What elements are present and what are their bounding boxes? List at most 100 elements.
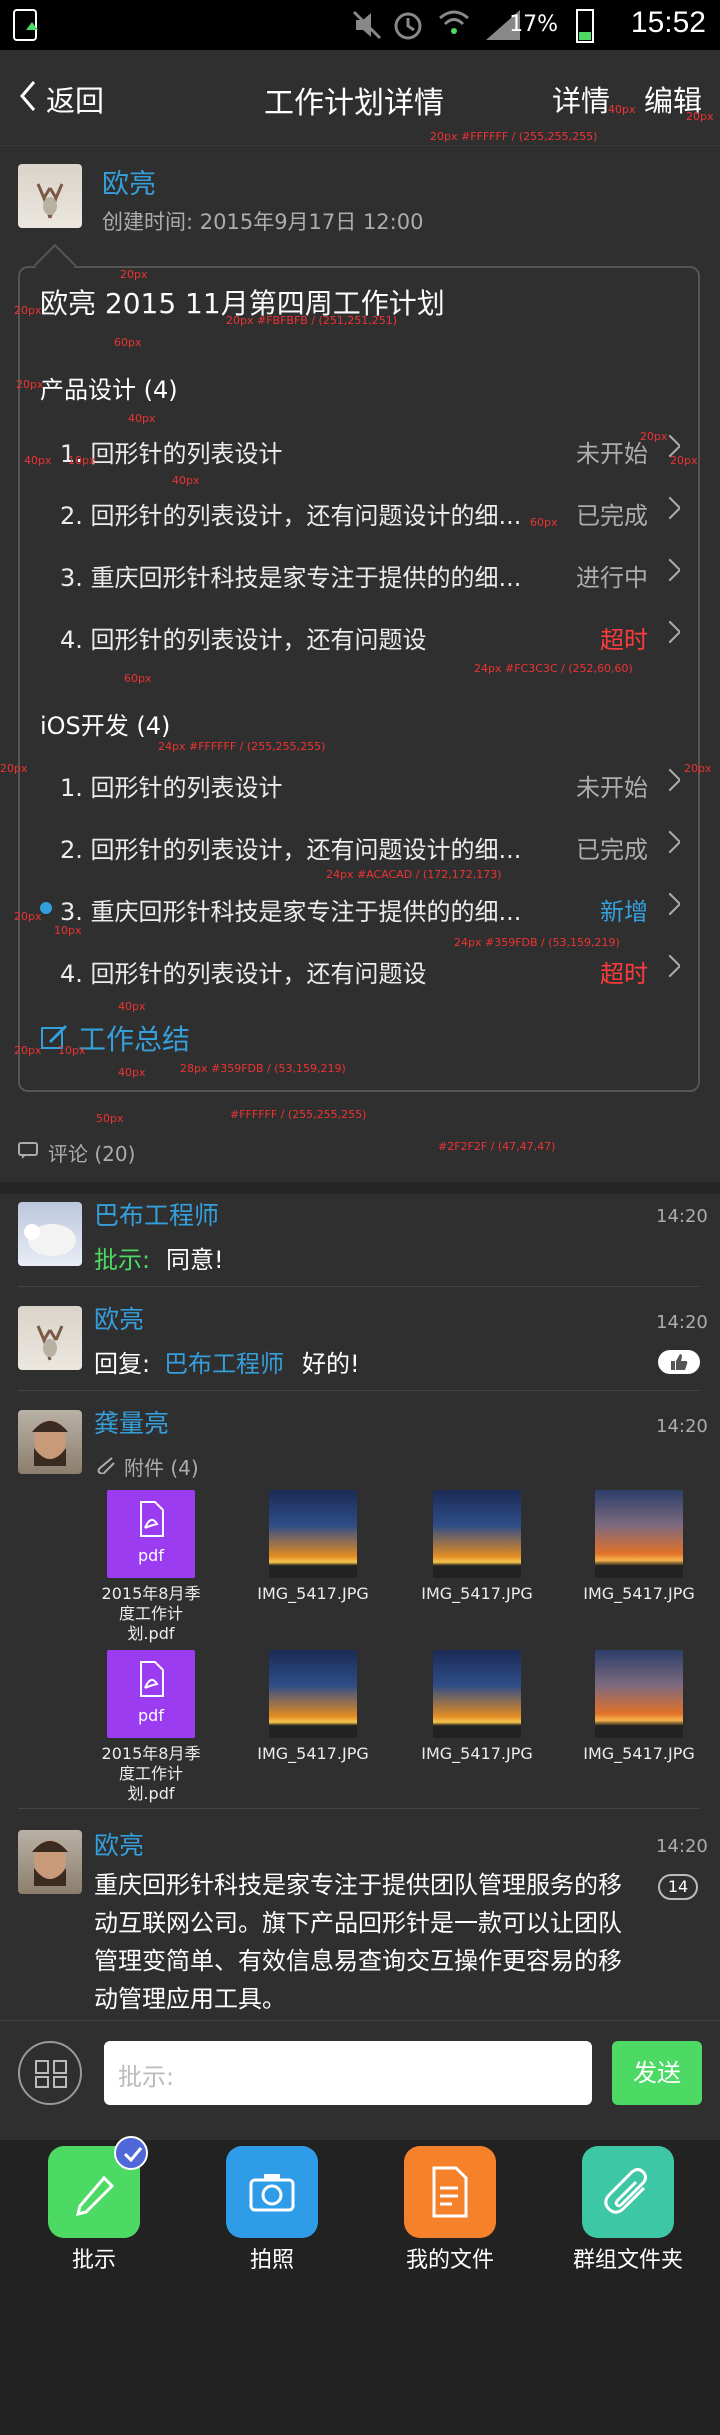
status-label: 进行中 [576, 564, 648, 592]
group-folder-action-button[interactable] [582, 2146, 674, 2238]
thumbs-up-icon [671, 1354, 688, 1370]
comment-time: 14:20 [656, 1836, 708, 1857]
alarm-icon [394, 12, 422, 40]
navigation-bar: 返回 工作计划详情 详情 编辑 [0, 50, 720, 146]
comment-author[interactable]: 巴布工程师 [94, 1196, 219, 1232]
avatar[interactable] [18, 1830, 82, 1894]
photo-thumbnail [269, 1650, 357, 1738]
plan-item[interactable]: 3. 重庆回形针科技是家专注于提供的的细... 进行中 [40, 558, 680, 598]
annotation: 10px [68, 454, 96, 467]
status-label: 未开始 [576, 440, 648, 468]
divider [0, 1182, 720, 1194]
author-name[interactable]: 欧亮 [102, 162, 156, 201]
grid-icon [35, 2060, 67, 2088]
attachment-file[interactable]: IMG_5417.JPG [574, 1490, 704, 1603]
reply-count-badge[interactable]: 14 [658, 1874, 698, 1900]
attachment-name: IMG_5417.JPG [583, 1584, 695, 1603]
attachment-name: IMG_5417.JPG [421, 1584, 533, 1603]
annotation: 40px [172, 474, 200, 487]
comment-icon [18, 1142, 38, 1159]
annotation: 20px [16, 378, 44, 391]
photo-thumbnail [595, 1650, 683, 1738]
camera-action-label: 拍照 [249, 2248, 294, 2273]
annotation: 10px [54, 924, 82, 937]
battery-percent: 17% [509, 12, 558, 37]
attachment-file[interactable]: IMG_5417.JPG [574, 1650, 704, 1763]
annotation: 20px [640, 430, 668, 443]
comment-author[interactable]: 欧亮 [94, 1826, 144, 1862]
annotation: 60px [530, 516, 558, 529]
annotation: #FFFFFF / (255,255,255) [230, 1108, 367, 1121]
avatar[interactable] [18, 1306, 82, 1370]
input-placeholder: 批示: [118, 2063, 175, 2091]
plan-item[interactable]: 2. 回形针的列表设计，还有问题设计的细... 已完成 [40, 830, 680, 870]
avatar[interactable] [18, 1410, 82, 1474]
attachment-name: IMG_5417.JPG [257, 1744, 369, 1763]
annotation: 20px #FBFBFB / (251,251,251) [226, 314, 398, 327]
annotation: 20px [670, 454, 698, 467]
annotation: 20px [120, 268, 148, 281]
camera-icon [249, 2174, 295, 2212]
annotation: 60px [124, 672, 152, 685]
plan-item[interactable]: 1. 回形针的列表设计 未开始 [40, 768, 680, 808]
comment-input[interactable]: 批示: [104, 2041, 592, 2105]
pdf-file-icon: pdf [107, 1490, 195, 1578]
annotation: 20px [14, 910, 42, 923]
section-title: 产品设计 (4) [40, 376, 178, 404]
attachment-file[interactable]: pdf 2015年8月季度工作计划.pdf [86, 1650, 216, 1804]
plan-item[interactable]: 4. 回形针的列表设计，还有问题设 超时 [40, 620, 680, 660]
page-title: 工作计划详情 [264, 86, 444, 121]
photo-thumbnail [269, 1490, 357, 1578]
created-time: 创建时间: 2015年9月17日 12:00 [102, 210, 424, 234]
approval-prefix: 批示: [94, 1246, 151, 1274]
battery-icon [576, 9, 594, 43]
annotation: 60px [114, 336, 142, 349]
status-bar: 17% 15:52 [0, 0, 720, 50]
selected-check-icon [114, 2136, 148, 2170]
annotation: 20px [14, 304, 42, 317]
comment-author[interactable]: 龚量亮 [94, 1404, 169, 1440]
acrobat-icon [140, 1661, 164, 1697]
annotation: 24px #FFFFFF / (255,255,255) [158, 740, 326, 753]
send-button[interactable]: 发送 [612, 2041, 702, 2105]
attachment-file[interactable]: IMG_5417.JPG [248, 1490, 378, 1603]
annotation: 40px [118, 1066, 146, 1079]
comment-time: 14:20 [656, 1206, 708, 1227]
divider [18, 1286, 700, 1287]
plan-item[interactable]: 1. 回形针的列表设计 未开始 [40, 434, 680, 474]
camera-action-button[interactable] [226, 2146, 318, 2238]
details-button[interactable]: 详情 [552, 78, 610, 120]
avatar[interactable] [18, 1202, 82, 1266]
my-files-action-button[interactable] [404, 2146, 496, 2238]
pdf-label: pdf [138, 1546, 164, 1565]
annotation: 40px [24, 454, 52, 467]
annotation: 28px #359FDB / (53,159,219) [180, 1062, 346, 1075]
status-label: 新增 [600, 898, 648, 926]
plan-item[interactable]: 2. 回形针的列表设计，还有问题设计的细... 已完成 [40, 496, 680, 536]
paperclip-icon [604, 2168, 647, 2214]
deer-avatar-icon [36, 1325, 64, 1361]
man-avatar-icon [32, 1840, 68, 1886]
plan-item-text: 2. 回形针的列表设计，还有问题设计的细... [60, 836, 522, 864]
my-files-action-label: 我的文件 [405, 2248, 494, 2273]
back-button[interactable]: 返回 [18, 72, 118, 122]
plan-item[interactable]: 4. 回形针的列表设计，还有问题设 超时 [40, 954, 680, 994]
annotation: 40px [608, 103, 636, 116]
reply-mention[interactable]: 巴布工程师 [164, 1344, 284, 1379]
mute-icon [352, 10, 382, 40]
annotation: 20px [14, 1044, 42, 1057]
comment-author[interactable]: 欧亮 [94, 1300, 144, 1336]
plan-item[interactable]: 3. 重庆回形针科技是家专注于提供的的细... 新增 [40, 892, 680, 932]
toggle-panel-button[interactable] [18, 2041, 82, 2105]
divider [18, 1390, 700, 1391]
avatar[interactable] [18, 164, 82, 228]
attachment-file[interactable]: IMG_5417.JPG [412, 1650, 542, 1763]
sim-manager-icon [13, 9, 38, 41]
chevron-right-icon [658, 768, 680, 792]
attachment-file[interactable]: IMG_5417.JPG [412, 1490, 542, 1603]
comment-time: 14:20 [656, 1416, 708, 1437]
attachment-file[interactable]: pdf 2015年8月季度工作计划.pdf [86, 1490, 216, 1644]
like-button[interactable] [658, 1350, 700, 1374]
attachment-file[interactable]: IMG_5417.JPG [248, 1650, 378, 1763]
annotation: 20px [0, 762, 28, 775]
